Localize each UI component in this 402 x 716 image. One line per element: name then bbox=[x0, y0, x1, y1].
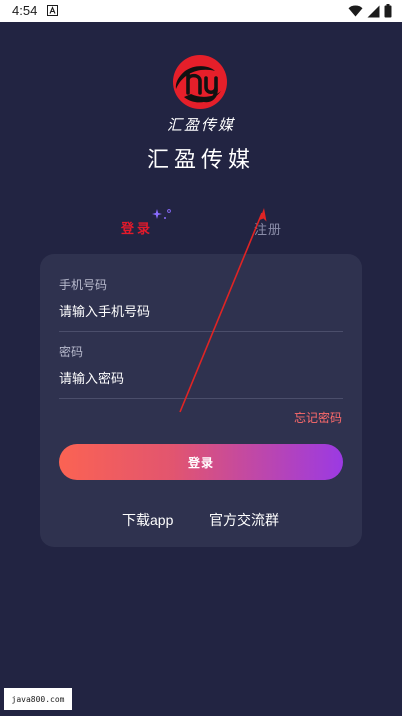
tab-register[interactable]: 注册 bbox=[254, 219, 282, 238]
app-title: 汇盈传媒 bbox=[146, 147, 255, 172]
password-input[interactable] bbox=[59, 367, 343, 389]
wifi-icon bbox=[348, 5, 363, 17]
login-button[interactable]: 登录 bbox=[59, 444, 343, 480]
phone-input[interactable] bbox=[59, 300, 343, 322]
watermark: java800.com bbox=[4, 688, 72, 710]
download-app-link[interactable]: 下载app bbox=[122, 510, 173, 530]
login-card: 手机号码 密码 忘记密码 登录 下载app 官方交流群 bbox=[40, 254, 362, 547]
login-screen: 4:54 汇盈传媒 汇盈传媒 登录 注册 手机号码 请输入手机号码 密码 请输入… bbox=[0, 0, 402, 716]
password-divider bbox=[59, 398, 343, 399]
brand-logo-script: 汇盈传媒 bbox=[166, 116, 235, 134]
notification-a-icon bbox=[47, 5, 58, 16]
cellular-signal-icon bbox=[367, 5, 380, 17]
password-label: 密码 bbox=[59, 345, 84, 359]
status-icons bbox=[348, 4, 392, 18]
tab-login[interactable]: 登录 bbox=[121, 218, 153, 237]
phone-divider bbox=[59, 331, 343, 332]
battery-icon bbox=[384, 4, 392, 18]
status-bar: 4:54 bbox=[0, 0, 402, 22]
official-group-link[interactable]: 官方交流群 bbox=[209, 510, 279, 530]
sparkle-icon bbox=[152, 209, 171, 219]
status-time: 4:54 bbox=[12, 3, 38, 18]
phone-label: 手机号码 bbox=[59, 278, 108, 292]
forgot-password-link[interactable]: 忘记密码 bbox=[294, 409, 342, 426]
brand-logo-icon bbox=[173, 55, 227, 109]
